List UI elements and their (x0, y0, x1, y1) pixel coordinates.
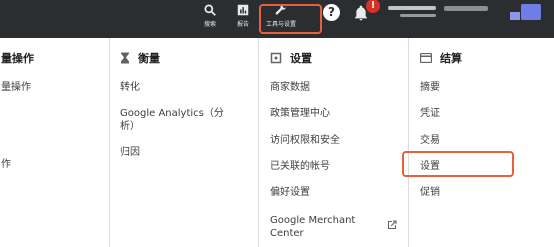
measurement-header-label: 衡量 (138, 52, 160, 65)
menu-item-preferences[interactable]: 偏好设置 (270, 186, 310, 199)
bulk-actions-column: 量操作 量操作 作 (0, 38, 109, 247)
setup-column: 设置 商家数据 政策管理中心 访问权限和安全 已关联的帐号 偏好设置 Googl… (259, 38, 408, 247)
bulk-actions-header: 量操作 (1, 52, 34, 65)
reports-button[interactable]: 报告 (232, 0, 254, 38)
account-name-blurred (444, 6, 488, 11)
billing-header: 结算 (420, 50, 462, 66)
help-button[interactable]: ? (323, 4, 340, 21)
credit-card-icon (420, 53, 432, 63)
billing-column: 结算 摘要 凭证 交易 设置 促销 (409, 38, 554, 247)
menu-item-conversions[interactable]: 转化 (120, 81, 140, 94)
menu-item-merchant-center[interactable]: Google Merchant Center (270, 214, 380, 240)
search-icon (204, 4, 216, 16)
menu-item-attribution[interactable]: 归因 (120, 146, 140, 159)
billing-settings-highlight-box (402, 151, 514, 177)
menu-item-access-security[interactable]: 访问权限和安全 (270, 134, 340, 147)
reports-label: 报告 (236, 21, 249, 28)
menu-item[interactable]: 量操作 (1, 81, 31, 94)
notification-badge: ! (366, 0, 380, 13)
menu-item-linked-accounts[interactable]: 已关联的帐号 (270, 160, 330, 173)
measurement-column: 衡量 转化 Google Analytics（分析） 归因 (110, 38, 258, 247)
measurement-header: 衡量 (120, 50, 160, 66)
menu-item-business-data[interactable]: 商家数据 (270, 81, 310, 94)
setup-header: 设置 (270, 50, 312, 66)
menu-item-promotions[interactable]: 促销 (420, 186, 440, 199)
external-link-icon[interactable] (386, 219, 398, 231)
menu-item-google-analytics[interactable]: Google Analytics（分析） (120, 107, 232, 133)
menu-item-transactions[interactable]: 交易 (420, 134, 440, 147)
hourglass-icon (120, 52, 130, 64)
menu-item-policy-manager[interactable]: 政策管理中心 (270, 107, 330, 120)
menu-item-documents[interactable]: 凭证 (420, 107, 440, 120)
account-info-blurred (388, 6, 436, 10)
menu-item[interactable]: 作 (1, 158, 11, 171)
setup-icon (270, 52, 282, 64)
tools-highlight-box (259, 4, 322, 34)
setup-header-label: 设置 (290, 52, 312, 65)
avatar-shadow (510, 12, 520, 20)
account-id-blurred (400, 14, 436, 17)
reports-icon (237, 4, 249, 16)
menu-item-summary[interactable]: 摘要 (420, 81, 440, 94)
search-label: 搜索 (203, 21, 216, 28)
billing-header-label: 结算 (440, 52, 462, 65)
avatar[interactable] (521, 4, 541, 20)
search-button[interactable]: 搜索 (199, 0, 221, 38)
